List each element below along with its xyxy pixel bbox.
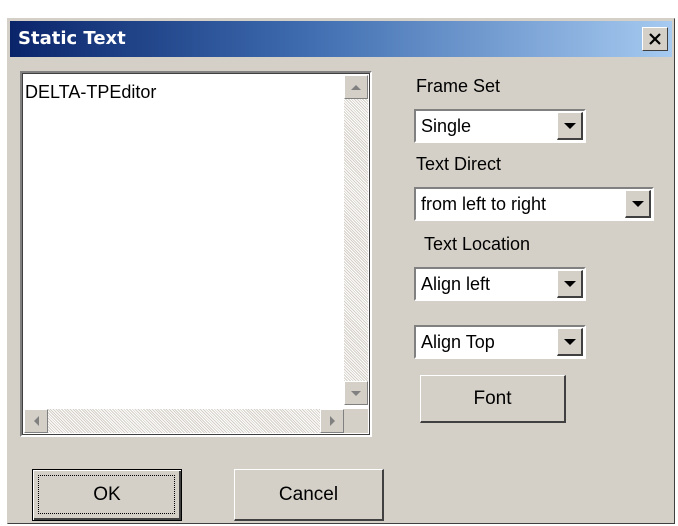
- vertical-align-dropdown-button[interactable]: [557, 328, 583, 356]
- chevron-down-icon: [631, 200, 644, 207]
- text-direct-label: Text Direct: [416, 154, 502, 174]
- arrow-right-icon: [329, 416, 335, 426]
- text-direct-value: from left to right: [421, 194, 547, 214]
- arrow-left-icon: [33, 416, 39, 426]
- cancel-button-label: Cancel: [278, 483, 339, 505]
- horizontal-align-dropdown-button[interactable]: [557, 270, 583, 298]
- scroll-left-button[interactable]: [24, 409, 48, 433]
- cancel-button[interactable]: Cancel: [234, 469, 384, 521]
- vertical-align-value: Align Top: [421, 332, 495, 352]
- static-text-value: DELTA-TPEditor: [25, 82, 157, 102]
- frame-set-dropdown-button[interactable]: [557, 112, 583, 140]
- frame-set-label: Frame Set: [416, 76, 501, 96]
- arrow-down-icon: [351, 390, 361, 396]
- chevron-down-icon: [563, 122, 576, 129]
- close-button[interactable]: [642, 27, 668, 51]
- font-button[interactable]: Font: [420, 375, 566, 423]
- static-text-dialog: Static Text DELTA-TPEditor Frame Set Sin…: [7, 18, 675, 524]
- vertical-scrollbar[interactable]: [344, 75, 368, 405]
- scroll-right-button[interactable]: [320, 409, 344, 433]
- horizontal-align-value: Align left: [421, 274, 491, 294]
- scroll-up-button[interactable]: [344, 75, 368, 99]
- horizontal-scrollbar[interactable]: [24, 409, 344, 433]
- title-bar[interactable]: Static Text: [10, 21, 672, 57]
- text-location-label: Text Location: [424, 234, 531, 254]
- vertical-align-select[interactable]: Align Top: [414, 325, 586, 359]
- horizontal-align-select[interactable]: Align left: [414, 267, 586, 301]
- font-button-label: Font: [473, 387, 512, 409]
- focus-ring: [38, 475, 175, 514]
- arrow-up-icon: [351, 84, 361, 90]
- ok-button[interactable]: OK: [32, 469, 182, 521]
- dialog-title: Static Text: [18, 28, 126, 49]
- scrollbar-corner: [344, 409, 368, 433]
- static-text-input[interactable]: DELTA-TPEditor: [20, 71, 372, 437]
- scroll-down-button[interactable]: [344, 381, 368, 405]
- frame-set-select[interactable]: Single: [414, 109, 586, 143]
- chevron-down-icon: [563, 280, 576, 287]
- text-direct-dropdown-button[interactable]: [625, 190, 651, 218]
- chevron-down-icon: [563, 338, 576, 345]
- close-icon: [649, 33, 661, 45]
- text-direct-select[interactable]: from left to right: [414, 187, 654, 221]
- frame-set-value: Single: [421, 116, 472, 136]
